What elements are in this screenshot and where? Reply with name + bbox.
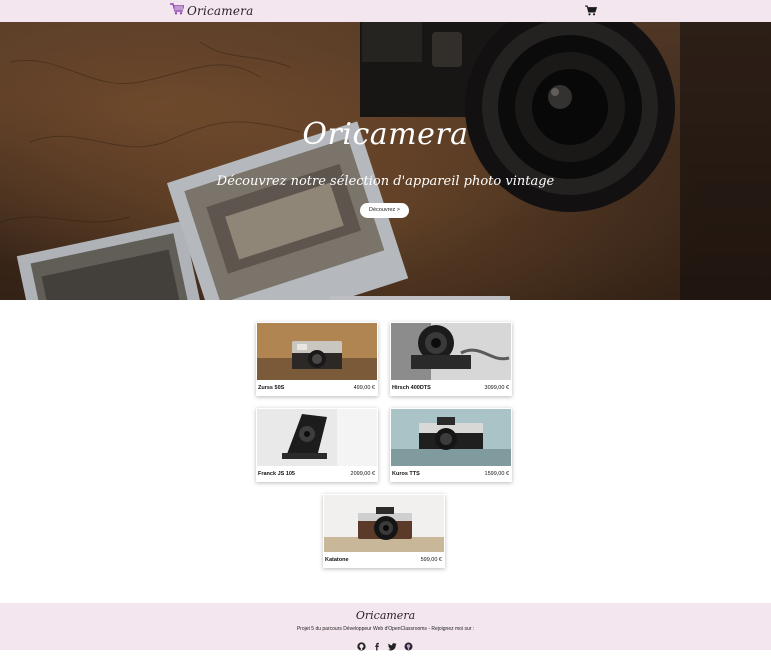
product-image bbox=[257, 409, 377, 466]
keybase-icon[interactable] bbox=[404, 638, 413, 650]
product-name: Zurss 50S bbox=[258, 385, 285, 391]
brand-name: Oricamera bbox=[187, 4, 254, 18]
product-price: 2099,00 € bbox=[350, 471, 375, 477]
navbar: Oricamera bbox=[0, 0, 771, 22]
product-image bbox=[324, 495, 444, 552]
product-image bbox=[257, 323, 377, 380]
footer-logo: Oricamera bbox=[355, 609, 416, 622]
social-links bbox=[357, 637, 413, 651]
product-name: Franck JS 105 bbox=[258, 471, 295, 477]
hero-subtitle: Découvrez notre sélection d'appareil pho… bbox=[216, 174, 555, 189]
footer-text: Projet 5 du parcours Développeur Web d'O… bbox=[296, 626, 475, 632]
product-grid: Zurss 50S 499,00 € Hirsch 400DTS 3099,00… bbox=[0, 300, 771, 602]
product-price: 499,00 € bbox=[353, 385, 375, 391]
product-card[interactable]: Franck JS 105 2099,00 € bbox=[256, 408, 378, 482]
discover-button[interactable]: Découvrez > bbox=[360, 203, 409, 218]
shopping-cart-icon[interactable] bbox=[585, 3, 599, 17]
github-icon[interactable] bbox=[357, 638, 366, 651]
hero-title: Oricamera bbox=[302, 117, 469, 152]
brand-link[interactable]: Oricamera bbox=[170, 3, 253, 19]
footer: Oricamera Projet 5 du parcours Développe… bbox=[0, 603, 771, 651]
cart-logo-icon bbox=[170, 2, 185, 20]
product-price: 1599,00 € bbox=[484, 471, 509, 477]
product-name: Katatone bbox=[325, 557, 349, 563]
hero-banner: Oricamera Découvrez notre sélection d'ap… bbox=[0, 22, 771, 300]
product-price: 3099,00 € bbox=[484, 385, 509, 391]
product-card[interactable]: Zurss 50S 499,00 € bbox=[256, 322, 378, 396]
product-card[interactable]: Hirsch 400DTS 3099,00 € bbox=[390, 322, 512, 396]
product-image bbox=[391, 409, 511, 466]
twitter-icon[interactable] bbox=[388, 638, 397, 650]
product-price: 599,00 € bbox=[420, 557, 442, 563]
product-card[interactable]: Katatone 599,00 € bbox=[323, 494, 445, 568]
product-name: Kuros TTS bbox=[392, 471, 420, 477]
product-image bbox=[391, 323, 511, 380]
facebook-icon[interactable] bbox=[373, 638, 382, 651]
hero-overlay bbox=[0, 22, 771, 300]
product-name: Hirsch 400DTS bbox=[392, 385, 431, 391]
product-card[interactable]: Kuros TTS 1599,00 € bbox=[390, 408, 512, 482]
